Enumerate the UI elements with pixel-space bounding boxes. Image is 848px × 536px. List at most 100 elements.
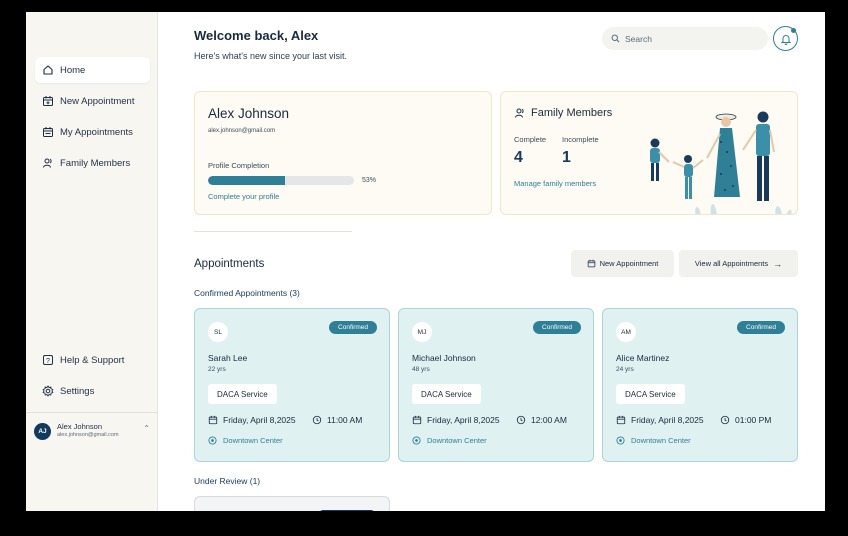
- complete-count: 4: [514, 149, 523, 166]
- new-appointment-button[interactable]: New Appointment: [571, 250, 674, 277]
- profile-completion-label: Profile Completion: [208, 161, 270, 170]
- time-text: 01:00 PM: [735, 415, 772, 425]
- search-input[interactable]: Search: [602, 27, 768, 50]
- manage-family-link[interactable]: Manage family members: [514, 179, 596, 188]
- sidebar-item-settings[interactable]: Settings: [35, 378, 150, 404]
- avatar: AJ: [34, 422, 51, 440]
- sidebar-item-label: Family Members: [60, 157, 131, 169]
- sidebar-item-label: My Appointments: [60, 126, 133, 138]
- status-badge: [319, 510, 375, 511]
- page-title: Welcome back, Alex: [194, 28, 319, 43]
- profile-name: Alex Johnson: [208, 106, 290, 121]
- family-members-title: Family Members: [514, 107, 612, 119]
- appointment-date: Friday, April 8,2025: [616, 415, 704, 425]
- calendar-icon: [208, 415, 218, 425]
- service-tag: DACA Service: [208, 384, 277, 404]
- location-text: Downtown Center: [427, 436, 487, 445]
- notifications-button[interactable]: [773, 26, 798, 51]
- appointment-card[interactable]: SL Confirmed Sarah Lee 22 yrs DACA Servi…: [194, 308, 390, 462]
- appointment-card[interactable]: AM Confirmed Alice Martinez 24 yrs DACA …: [602, 308, 798, 462]
- location-pin-icon: [616, 436, 625, 445]
- help-icon: ?: [43, 355, 53, 365]
- clock-icon: [516, 415, 526, 425]
- patient-age: 22 yrs: [208, 366, 226, 373]
- appointment-time: 01:00 PM: [720, 415, 771, 425]
- confirmed-appointments-heading: Confirmed Appointments (3): [194, 288, 300, 298]
- calendar-icon: [43, 127, 53, 137]
- appointment-date: Friday, April 8,2025: [208, 415, 296, 425]
- appointment-location[interactable]: Downtown Center: [412, 436, 487, 445]
- appointment-location[interactable]: Downtown Center: [616, 436, 691, 445]
- family-title-text: Family Members: [531, 107, 613, 119]
- calendar-plus-icon: [43, 96, 53, 106]
- status-badge: Confirmed: [533, 321, 581, 334]
- patient-age: 48 yrs: [412, 366, 430, 373]
- under-review-heading: Under Review (1): [194, 476, 261, 486]
- location-pin-icon: [208, 436, 217, 445]
- status-badge: Confirmed: [329, 321, 377, 334]
- sidebar-item-my-appointments[interactable]: My Appointments: [35, 119, 150, 145]
- date-text: Friday, April 8,2025: [427, 415, 500, 425]
- new-appointment-label: New Appointment: [599, 259, 659, 268]
- time-text: 12:00 AM: [531, 415, 567, 425]
- view-all-appointments-button[interactable]: View all Appointments →: [679, 250, 798, 277]
- sidebar-item-label: Help & Support: [60, 354, 125, 366]
- user-name: Alex Johnson: [57, 422, 103, 431]
- patient-name: Alice Martinez: [616, 353, 670, 363]
- under-review-card[interactable]: [194, 496, 390, 511]
- clock-icon: [312, 415, 322, 425]
- appointments-title: Appointments: [194, 258, 265, 270]
- patient-name: Sarah Lee: [208, 353, 248, 363]
- arrow-right-icon: →: [773, 258, 783, 269]
- profile-progress-bar: [208, 176, 354, 185]
- complete-label: Complete: [514, 135, 547, 144]
- date-text: Friday, April 8,2025: [631, 415, 704, 425]
- appointment-card[interactable]: MJ Confirmed Michael Johnson 48 yrs DACA…: [398, 308, 594, 462]
- svg-text:?: ?: [46, 358, 50, 365]
- bell-icon: [780, 34, 791, 45]
- time-text: 11:00 AM: [327, 415, 363, 425]
- sidebar-item-help[interactable]: ? Help & Support: [35, 347, 150, 373]
- sidebar-item-label: New Appointment: [60, 95, 135, 107]
- sidebar-item-home[interactable]: Home: [35, 57, 150, 83]
- appointment-time: 11:00 AM: [312, 415, 362, 425]
- home-icon: [43, 65, 53, 75]
- incomplete-count: 1: [562, 149, 571, 166]
- patient-age: 24 yrs: [616, 366, 634, 373]
- appointment-location[interactable]: Downtown Center: [208, 436, 283, 445]
- clock-icon: [720, 415, 730, 425]
- sidebar-item-new-appointment[interactable]: New Appointment: [35, 88, 150, 114]
- section-divider: [194, 231, 352, 232]
- service-tag: DACA Service: [616, 384, 685, 404]
- location-text: Downtown Center: [631, 436, 691, 445]
- notification-dot: [791, 28, 796, 33]
- app-screen: Home New Appointment My Appointments Fam…: [26, 12, 825, 511]
- sidebar-item-label: Settings: [60, 385, 95, 397]
- view-all-label: View all Appointments: [694, 259, 769, 268]
- user-email: alex.johnson@gmail.com: [57, 432, 119, 438]
- calendar-plus-icon: [587, 259, 595, 268]
- user-menu[interactable]: AJ Alex Johnson alex.johnson@gmail.com ⌃: [34, 420, 154, 442]
- sidebar: Home New Appointment My Appointments Fam…: [26, 12, 158, 511]
- chevron-up-down-icon[interactable]: ⌃: [143, 424, 150, 433]
- appointment-time: 12:00 AM: [516, 415, 567, 425]
- service-tag: DACA Service: [412, 384, 481, 404]
- avatar: MJ: [412, 322, 432, 342]
- search-icon: [611, 34, 620, 43]
- sidebar-item-label: Home: [60, 64, 86, 76]
- users-icon: [43, 158, 52, 168]
- incomplete-label: Incomplete: [562, 135, 599, 144]
- patient-name: Michael Johnson: [412, 353, 476, 363]
- complete-profile-link[interactable]: Complete your profile: [208, 192, 279, 201]
- calendar-icon: [412, 415, 422, 425]
- users-icon: [515, 108, 524, 118]
- family-illustration: [650, 111, 792, 214]
- sidebar-divider: [26, 412, 158, 413]
- location-pin-icon: [412, 436, 421, 445]
- page-subtitle: Here's what's new since your last visit.: [194, 51, 347, 61]
- calendar-icon: [616, 415, 626, 425]
- location-text: Downtown Center: [223, 436, 283, 445]
- profile-progress-fill: [208, 176, 286, 185]
- appointment-date: Friday, April 8,2025: [412, 415, 500, 425]
- sidebar-item-family-members[interactable]: Family Members: [35, 150, 150, 176]
